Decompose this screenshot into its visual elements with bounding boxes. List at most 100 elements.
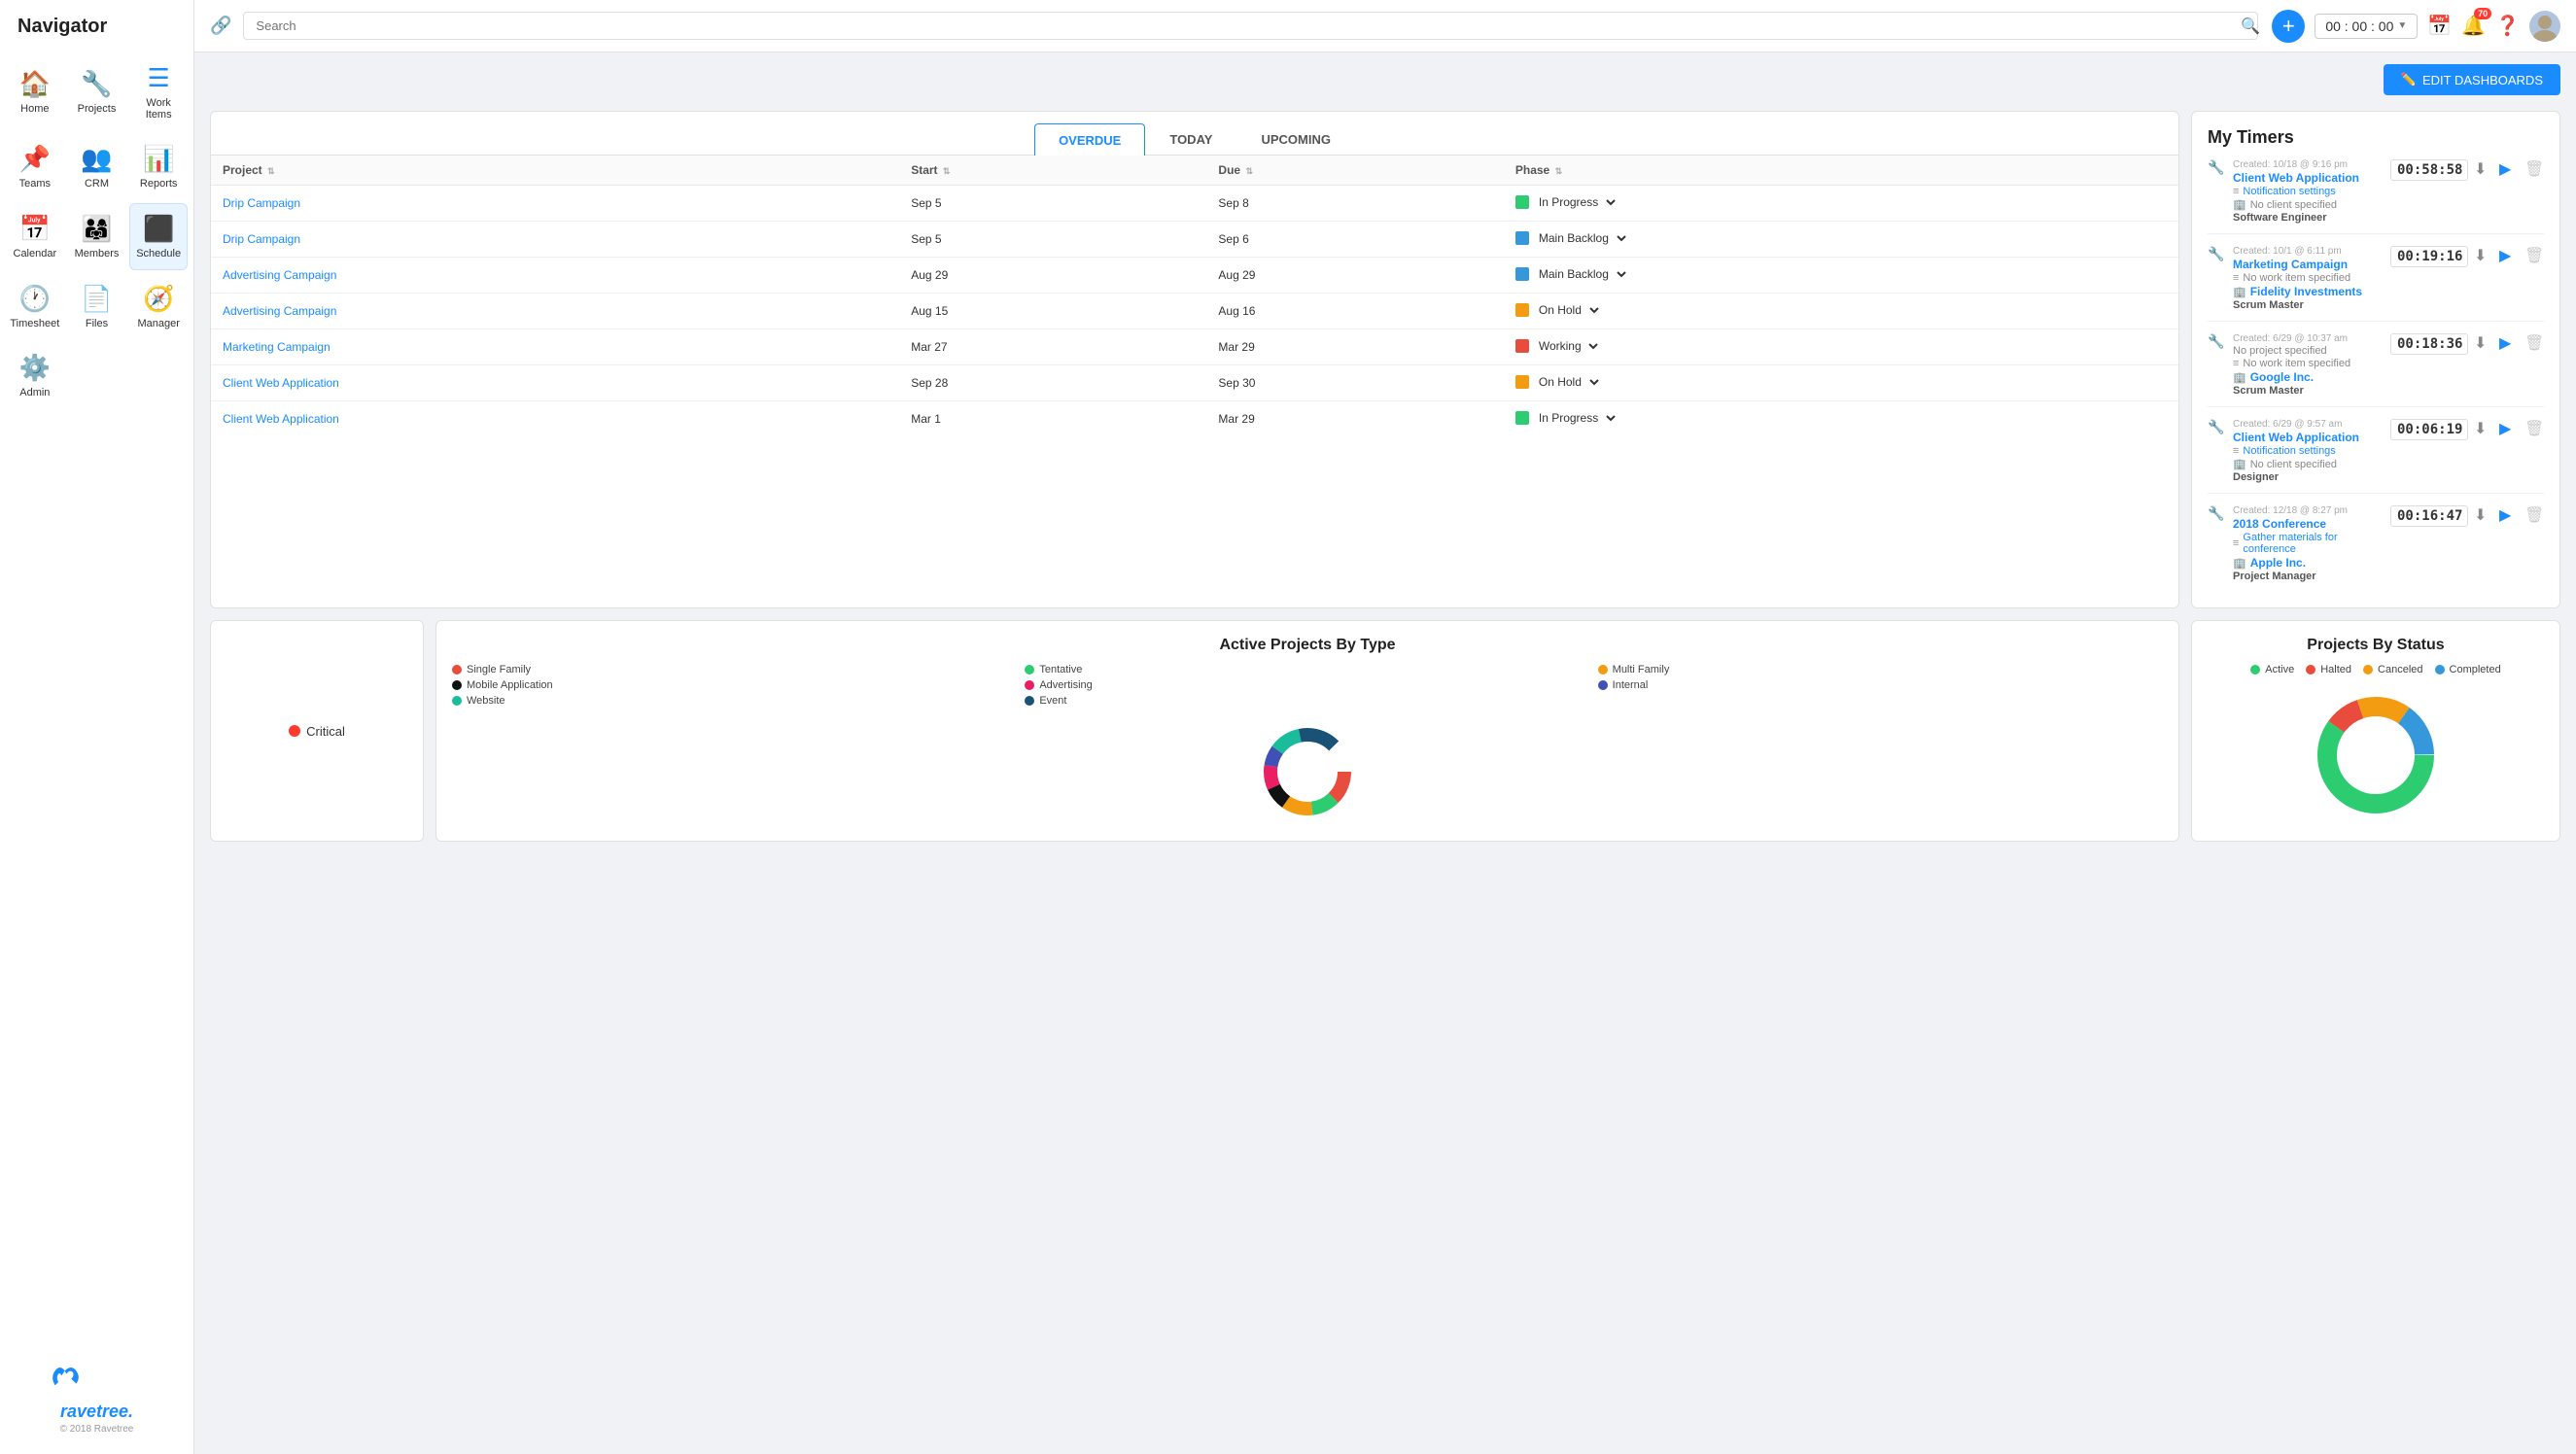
status-legend-item-completed: Completed	[2435, 664, 2501, 675]
delete-icon[interactable]: 🗑	[2524, 419, 2544, 438]
timer-workitem[interactable]: Notification settings	[2243, 445, 2335, 457]
phase-select[interactable]: In Progress	[1535, 410, 1619, 426]
sidebar-item-calendar[interactable]: 📅 Calendar	[6, 203, 64, 270]
user-avatar[interactable]	[2529, 11, 2560, 42]
phase-select[interactable]: Working	[1535, 338, 1601, 354]
calendar-icon[interactable]: 📅	[2427, 14, 2452, 38]
project-link[interactable]: Advertising Campaign	[223, 268, 336, 282]
timer-project[interactable]: 2018 Conference	[2233, 517, 2379, 531]
project-link[interactable]: Advertising Campaign	[223, 304, 336, 318]
timer-item: 🔧 Created: 10/18 @ 9:16 pm Client Web Ap…	[2208, 159, 2544, 234]
timer-project[interactable]: Client Web Application	[2233, 431, 2379, 444]
legend-label: Mobile Application	[467, 679, 553, 691]
add-button[interactable]: +	[2272, 10, 2305, 43]
sidebar-item-schedule[interactable]: ⬛ Schedule	[129, 203, 188, 270]
play-icon[interactable]: ▶	[2499, 419, 2519, 438]
sort-start-icon: ⇅	[943, 166, 951, 176]
legend-dot	[1598, 680, 1608, 690]
sidebar-item-reports[interactable]: 📊 Reports	[129, 134, 188, 199]
legend-label: Website	[467, 695, 505, 707]
work-items-header: Project ⇅ Start ⇅ Due ⇅ Phase ⇅	[211, 156, 2178, 186]
play-icon[interactable]: ▶	[2499, 333, 2519, 353]
project-link[interactable]: Client Web Application	[223, 412, 339, 426]
play-icon[interactable]: ▶	[2499, 159, 2519, 179]
project-link[interactable]: Drip Campaign	[223, 232, 300, 246]
download-icon[interactable]: ⬇	[2474, 246, 2493, 265]
timer-info: Created: 6/29 @ 9:57 am Client Web Appli…	[2233, 419, 2379, 483]
cell-due: Aug 16	[1206, 294, 1503, 329]
search-icon[interactable]: 🔍	[2241, 17, 2260, 36]
cell-phase: Working	[1504, 329, 2178, 365]
edit-dashboards-button[interactable]: ✏️ EDIT DASHBOARDS	[2384, 64, 2560, 95]
home-icon: 🏠	[19, 69, 51, 99]
download-icon[interactable]: ⬇	[2474, 159, 2493, 179]
legend-label: Advertising	[1039, 679, 1092, 691]
active-donut-chart	[1254, 718, 1361, 825]
play-icon[interactable]: ▶	[2499, 505, 2519, 525]
project-link[interactable]: Drip Campaign	[223, 196, 300, 210]
cell-start: Aug 29	[899, 258, 1206, 294]
sidebar-item-timesheet[interactable]: 🕐 Timesheet	[6, 274, 64, 339]
notification-icon[interactable]: 🔔 70	[2461, 14, 2486, 38]
sidebar-item-manager[interactable]: 🧭 Manager	[129, 274, 188, 339]
sidebar-item-work-items[interactable]: ☰ Work Items	[129, 53, 188, 130]
link-icon[interactable]: 🔗	[210, 16, 231, 36]
tab-today[interactable]: TODAY	[1145, 123, 1236, 155]
sidebar-item-members[interactable]: 👨‍👩‍👧 Members	[68, 203, 126, 270]
timer-project[interactable]: Client Web Application	[2233, 171, 2379, 185]
cell-project: Marketing Campaign	[211, 329, 899, 365]
edit-dashboards-label: EDIT DASHBOARDS	[2422, 73, 2543, 87]
timer-role: Scrum Master	[2233, 385, 2379, 397]
sidebar-item-crm[interactable]: 👥 CRM	[68, 134, 126, 199]
work-items-card: OVERDUETODAYUPCOMING Project ⇅ Start ⇅ D…	[210, 111, 2179, 608]
download-icon[interactable]: ⬇	[2474, 333, 2493, 353]
phase-dot	[1515, 375, 1529, 389]
tab-upcoming[interactable]: UPCOMING	[1236, 123, 1355, 155]
sidebar: Navigator 🏠 Home 🔧 Projects ☰ Work Items…	[0, 0, 194, 1454]
status-legend-item-halted: Halted	[2306, 664, 2351, 675]
phase-select[interactable]: On Hold	[1535, 302, 1602, 318]
delete-icon[interactable]: 🗑	[2524, 246, 2544, 265]
legend-dot	[452, 665, 462, 675]
topbar-right: + 00 : 00 : 00 ▼ 📅 🔔 70 ❓	[2272, 10, 2560, 43]
active-projects-title: Active Projects By Type	[452, 637, 2163, 654]
status-legend: Active Halted Canceled Completed	[2208, 664, 2544, 675]
sidebar-item-teams[interactable]: 📌 Teams	[6, 134, 64, 199]
cell-start: Mar 1	[899, 401, 1206, 437]
download-icon[interactable]: ⬇	[2474, 505, 2493, 525]
timesheet-icon: 🕐	[19, 284, 51, 314]
phase-select[interactable]: On Hold	[1535, 374, 1602, 390]
download-icon[interactable]: ⬇	[2474, 419, 2493, 438]
timer-client[interactable]: Apple Inc.	[2250, 556, 2306, 570]
cell-due: Sep 30	[1206, 365, 1503, 401]
play-icon[interactable]: ▶	[2499, 246, 2519, 265]
sidebar-item-projects[interactable]: 🔧 Projects	[68, 53, 126, 130]
projects-icon: 🔧	[81, 69, 112, 99]
help-icon[interactable]: ❓	[2495, 14, 2520, 38]
timer-workitem: No work item specified	[2243, 272, 2350, 284]
phase-select[interactable]: In Progress	[1535, 194, 1619, 210]
timer-project[interactable]: Marketing Campaign	[2233, 258, 2379, 271]
timer-workitem[interactable]: Gather materials for conference	[2243, 532, 2379, 555]
delete-icon[interactable]: 🗑	[2524, 333, 2544, 353]
sidebar-item-files[interactable]: 📄 Files	[68, 274, 126, 339]
delete-icon[interactable]: 🗑	[2524, 505, 2544, 525]
list-icon: ≡	[2233, 186, 2239, 197]
phase-select[interactable]: Main Backlog	[1535, 230, 1629, 246]
timer-client[interactable]: Fidelity Investments	[2250, 285, 2362, 298]
timer-workitem[interactable]: Notification settings	[2243, 186, 2335, 197]
sidebar-item-home[interactable]: 🏠 Home	[6, 53, 64, 130]
status-dot	[2363, 665, 2373, 675]
cell-due: Sep 6	[1206, 222, 1503, 258]
project-link[interactable]: Client Web Application	[223, 376, 339, 390]
sidebar-item-admin[interactable]: ⚙️ Admin	[6, 343, 64, 408]
search-input[interactable]	[243, 12, 2258, 40]
delete-icon[interactable]: 🗑	[2524, 159, 2544, 179]
project-link[interactable]: Marketing Campaign	[223, 340, 331, 354]
phase-select[interactable]: Main Backlog	[1535, 266, 1629, 282]
timer-display[interactable]: 00 : 00 : 00 ▼	[2315, 14, 2418, 39]
tab-overdue[interactable]: OVERDUE	[1034, 123, 1145, 156]
content: ✏️ EDIT DASHBOARDS OVERDUETODAYUPCOMING …	[194, 52, 2576, 1454]
members-icon: 👨‍👩‍👧	[81, 214, 112, 244]
timer-client[interactable]: Google Inc.	[2250, 370, 2314, 384]
